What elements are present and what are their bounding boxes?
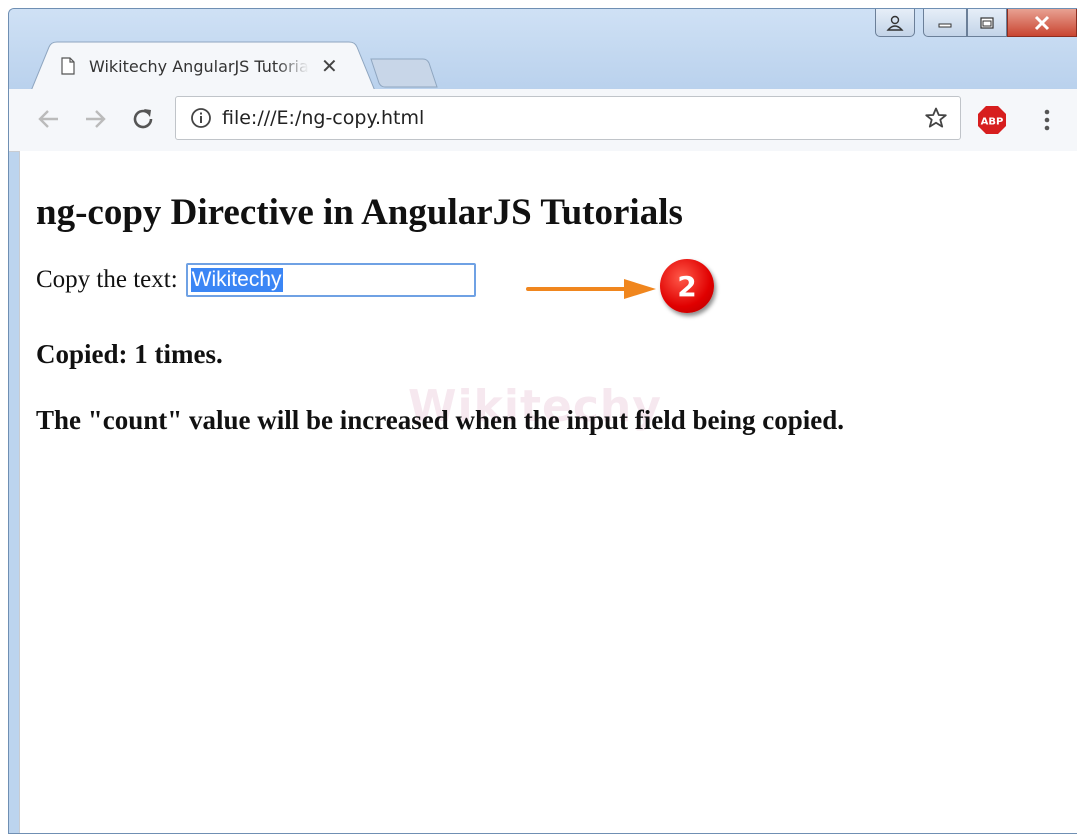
forward-arrow-icon <box>86 110 106 128</box>
page-viewport: Wikitechy ng-copy Directive in AngularJS… <box>19 151 1077 833</box>
step-badge: 2 <box>660 259 714 313</box>
copied-count-text: Copied: 1 times. <box>36 339 223 369</box>
maximize-button[interactable] <box>967 9 1007 37</box>
vertical-dots-icon[interactable] <box>1037 105 1057 135</box>
maximize-icon <box>980 16 994 29</box>
window-controls <box>867 9 1077 41</box>
adblock-icon[interactable]: ABP <box>977 105 1007 135</box>
close-icon[interactable]: ✕ <box>321 54 338 79</box>
reload-icon <box>133 109 153 129</box>
browser-window: Wikitechy AngularJS Tutorials ✕ file:///… <box>8 8 1077 834</box>
page-title: ng-copy Directive in AngularJS Tutorials <box>36 192 683 233</box>
step-annotation: 2 <box>516 255 736 315</box>
minimize-button[interactable] <box>923 9 967 37</box>
document-icon <box>61 57 75 75</box>
copy-row: Copy the text: Wikitechy <box>36 263 476 297</box>
back-arrow-icon <box>38 110 58 128</box>
browser-toolbar: file:///E:/ng-copy.html ABP <box>9 89 1077 152</box>
window-close-icon <box>1034 15 1050 30</box>
star-icon[interactable] <box>924 106 948 130</box>
user-icon <box>886 15 904 31</box>
tab-title: Wikitechy AngularJS Tutorials <box>89 56 309 76</box>
copy-text-input[interactable]: Wikitechy <box>185 263 476 297</box>
arrow-icon <box>526 279 656 299</box>
back-button[interactable] <box>33 103 65 135</box>
reload-button[interactable] <box>127 103 159 135</box>
selected-text[interactable]: Wikitechy <box>190 268 283 292</box>
user-button[interactable] <box>875 9 915 37</box>
info-icon[interactable] <box>190 107 212 129</box>
forward-button[interactable] <box>79 103 111 135</box>
address-bar[interactable]: file:///E:/ng-copy.html <box>175 96 961 140</box>
minimize-icon <box>938 23 952 27</box>
count-note: The "count" value will be increased when… <box>36 405 845 435</box>
new-tab-button[interactable] <box>369 57 439 89</box>
url-text[interactable]: file:///E:/ng-copy.html <box>222 107 924 129</box>
tab-content: Wikitechy AngularJS Tutorials ✕ <box>61 51 361 81</box>
copy-label: Copy the text: <box>36 266 178 293</box>
window-close-button[interactable] <box>1007 9 1077 37</box>
adblock-label: ABP <box>981 117 1004 128</box>
